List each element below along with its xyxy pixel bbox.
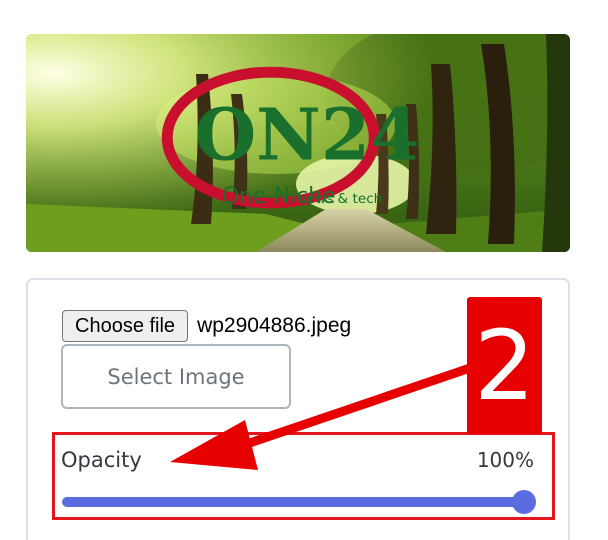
file-input[interactable]: Choose file wp2904886.jpeg <box>62 310 351 342</box>
logo-tagline: news & tech <box>298 191 382 207</box>
choose-file-button[interactable]: Choose file <box>62 310 189 342</box>
preview-image: ON24 One-Niche news & tech <box>26 34 570 252</box>
site-logo: ON24 One-Niche news & tech <box>161 66 420 209</box>
opacity-label: Opacity <box>61 448 142 472</box>
select-image-button[interactable]: Select Image <box>61 344 291 409</box>
selected-file-name: wp2904886.jpeg <box>197 314 352 337</box>
opacity-slider-track[interactable] <box>62 497 524 507</box>
step-number-badge: 2 <box>467 297 542 434</box>
opacity-value: 100% <box>476 448 534 472</box>
logo-text: ON24 <box>194 92 419 176</box>
opacity-slider-thumb[interactable] <box>512 490 536 514</box>
opacity-slider-fill <box>62 497 524 507</box>
